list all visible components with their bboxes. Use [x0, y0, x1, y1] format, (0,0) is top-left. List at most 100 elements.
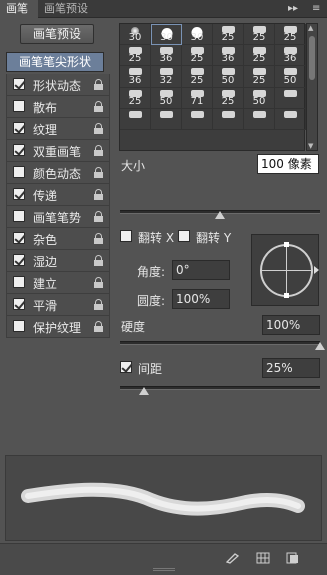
hardness-slider[interactable]	[120, 341, 320, 345]
brush-option-item[interactable]: 画笔笔势	[6, 206, 110, 228]
brush-size-label: 25	[252, 74, 266, 86]
lock-icon[interactable]	[94, 101, 103, 112]
brush-tip-cell[interactable]: 30	[151, 24, 182, 46]
brush-tip-cell[interactable]: 25	[244, 66, 275, 88]
brush-option-item[interactable]: 双重画笔	[6, 140, 110, 162]
brush-tip-cell[interactable]: 36	[275, 45, 306, 67]
brush-option-item[interactable]: 杂色	[6, 228, 110, 250]
hardness-input[interactable]: 100%	[262, 315, 320, 335]
tab-brush[interactable]: 画笔	[0, 0, 38, 18]
dial-arrow-icon[interactable]	[314, 266, 319, 274]
option-checkbox[interactable]	[13, 210, 25, 222]
brush-tip-cell[interactable]	[275, 108, 306, 130]
brush-tip-cell[interactable]: 25	[120, 45, 151, 67]
brush-tip-cell[interactable]: 71	[182, 87, 213, 109]
size-slider-knob[interactable]	[215, 211, 225, 219]
lock-icon[interactable]	[94, 145, 103, 156]
lock-icon[interactable]	[94, 123, 103, 134]
new-preset-icon[interactable]	[285, 552, 299, 564]
brush-grid-scrollbar[interactable]: ▲ ▼	[306, 23, 318, 151]
brush-tip-cell[interactable]: 25	[120, 87, 151, 109]
brush-tip-cell[interactable]: 25	[275, 24, 306, 46]
option-checkbox[interactable]	[13, 298, 25, 310]
brush-option-item[interactable]: 保护纹理	[6, 316, 110, 338]
brush-option-item[interactable]: 湿边	[6, 250, 110, 272]
brush-option-item[interactable]: 建立	[6, 272, 110, 294]
brush-option-item[interactable]: 传递	[6, 184, 110, 206]
spacing-checkbox[interactable]	[120, 361, 132, 373]
spacing-slider-knob[interactable]	[139, 387, 149, 395]
brush-tip-cell[interactable]	[213, 108, 244, 130]
collapse-arrows-icon[interactable]: ▸▸	[288, 3, 298, 14]
brush-tip-shape-item[interactable]: 画笔笔尖形状	[6, 52, 104, 72]
spacing-input[interactable]: 25%	[262, 358, 320, 378]
brush-tip-cell[interactable]: 50	[151, 87, 182, 109]
option-checkbox[interactable]	[13, 122, 25, 134]
brush-tip-cell[interactable]: 36	[151, 45, 182, 67]
option-checkbox[interactable]	[13, 100, 25, 112]
brush-option-item[interactable]: 平滑	[6, 294, 110, 316]
angle-roundness-dial[interactable]	[251, 234, 319, 306]
option-checkbox[interactable]	[13, 254, 25, 266]
brush-size-label: 50	[252, 95, 266, 107]
brush-tip-cell[interactable]: 25	[182, 45, 213, 67]
panel-menu-icon[interactable]: ≡	[312, 3, 320, 14]
option-checkbox[interactable]	[13, 320, 25, 332]
hardness-slider-knob[interactable]	[315, 342, 325, 350]
brush-tip-cell[interactable]	[275, 87, 306, 109]
spacing-slider[interactable]	[120, 386, 320, 390]
lock-icon[interactable]	[94, 233, 103, 244]
option-checkbox[interactable]	[13, 144, 25, 156]
option-checkbox[interactable]	[13, 188, 25, 200]
flip-x-label: 翻转 X	[138, 231, 175, 245]
roundness-input[interactable]: 100%	[172, 289, 230, 309]
brush-tip-cell[interactable]: 36	[120, 66, 151, 88]
brush-presets-button[interactable]: 画笔预设	[20, 24, 94, 44]
brush-tip-cell[interactable]: 50	[244, 87, 275, 109]
brush-tip-cell[interactable]: 25	[244, 24, 275, 46]
brush-tip-cell[interactable]: 25	[213, 24, 244, 46]
option-label: 杂色	[33, 233, 58, 247]
lock-icon[interactable]	[94, 321, 103, 332]
flip-x-checkbox[interactable]	[120, 230, 132, 242]
brush-option-item[interactable]: 颜色动态	[6, 162, 110, 184]
lock-icon[interactable]	[94, 167, 103, 178]
brush-tip-cell[interactable]: 36	[213, 45, 244, 67]
size-input[interactable]: 100 像素	[257, 154, 319, 174]
brush-tip-cell[interactable]: 25	[182, 66, 213, 88]
option-checkbox[interactable]	[13, 78, 25, 90]
lock-icon[interactable]	[94, 299, 103, 310]
grid-icon[interactable]	[256, 552, 270, 564]
option-label: 散布	[33, 101, 58, 115]
flip-y-checkbox[interactable]	[178, 230, 190, 242]
brush-option-item[interactable]: 纹理	[6, 118, 110, 140]
brush-preview-icon[interactable]	[225, 552, 240, 564]
brush-tip-cell[interactable]	[244, 108, 275, 130]
brush-tip-cell[interactable]: 30	[182, 24, 213, 46]
dial-handle-bottom[interactable]	[284, 293, 289, 298]
brush-tip-cell[interactable]	[151, 108, 182, 130]
lock-icon[interactable]	[94, 79, 103, 90]
brush-option-item[interactable]: 散布	[6, 96, 110, 118]
brush-option-item[interactable]: 形状动态	[6, 74, 110, 96]
scrollbar-thumb[interactable]	[309, 36, 315, 80]
tab-brush-presets[interactable]: 画笔预设	[38, 0, 100, 18]
brush-tip-cell[interactable]: 25	[244, 45, 275, 67]
dial-handle-top[interactable]	[284, 242, 289, 247]
brush-tip-cell[interactable]: 30	[120, 24, 151, 46]
brush-tip-cell[interactable]	[120, 108, 151, 130]
option-checkbox[interactable]	[13, 276, 25, 288]
brush-tip-cell[interactable]: 50	[275, 66, 306, 88]
lock-icon[interactable]	[94, 211, 103, 222]
option-checkbox[interactable]	[13, 232, 25, 244]
lock-icon[interactable]	[94, 189, 103, 200]
lock-icon[interactable]	[94, 255, 103, 266]
brush-tip-cell[interactable]: 25	[213, 87, 244, 109]
brush-tip-cell[interactable]	[182, 108, 213, 130]
angle-input[interactable]: 0°	[172, 260, 230, 280]
brush-tip-cell[interactable]: 32	[151, 66, 182, 88]
lock-icon[interactable]	[94, 277, 103, 288]
brush-tip-cell[interactable]: 50	[213, 66, 244, 88]
option-checkbox[interactable]	[13, 166, 25, 178]
resize-grip-icon[interactable]	[153, 568, 175, 571]
